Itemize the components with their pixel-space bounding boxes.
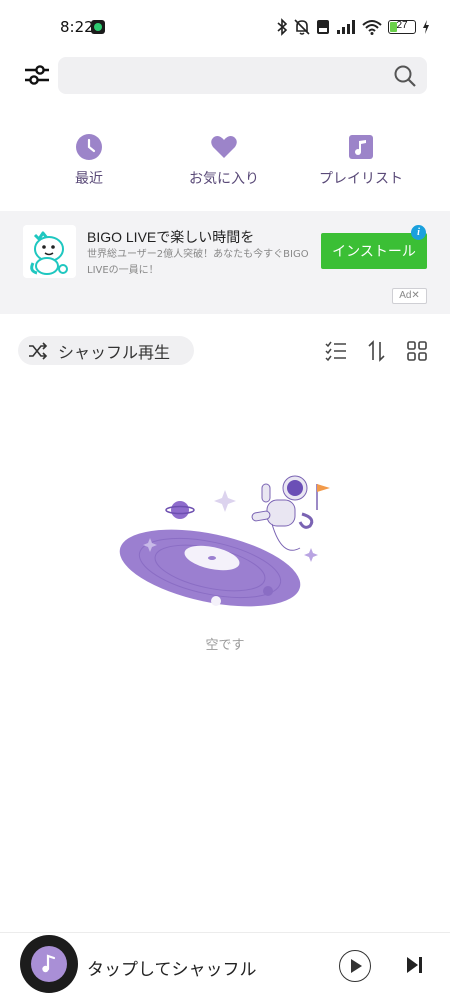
battery-icon: 27 bbox=[388, 20, 416, 34]
signal-icon bbox=[337, 20, 355, 34]
checklist-icon bbox=[325, 341, 346, 362]
status-bar: 8:22 27 bbox=[0, 0, 450, 54]
mute-bell-icon bbox=[294, 19, 310, 35]
clock-icon bbox=[76, 134, 102, 160]
music-note-icon bbox=[349, 135, 373, 159]
sort-icon bbox=[368, 340, 385, 362]
shuffle-icon bbox=[29, 342, 48, 360]
search-input[interactable] bbox=[70, 57, 380, 94]
status-time: 8:22 bbox=[60, 18, 94, 36]
quick-item-label: プレイリスト bbox=[319, 171, 403, 187]
battery-level: 27 bbox=[396, 20, 408, 31]
skip-next-icon bbox=[407, 957, 422, 973]
wifi-icon bbox=[362, 20, 382, 35]
heart-icon bbox=[211, 136, 237, 158]
sort-button[interactable] bbox=[366, 340, 388, 362]
planet-graphic bbox=[165, 501, 195, 519]
multi-select-button[interactable] bbox=[325, 340, 347, 362]
app-notification-icon bbox=[91, 20, 105, 34]
empty-state-text: 空です bbox=[205, 638, 245, 653]
quick-item-playlist[interactable]: プレイリスト bbox=[296, 130, 426, 190]
volte-icon bbox=[317, 20, 329, 34]
music-note-icon bbox=[42, 954, 56, 973]
ad-close-badge[interactable]: Ad✕ bbox=[392, 288, 427, 304]
shuffle-play-button[interactable]: シャッフル再生 bbox=[18, 336, 194, 365]
shuffle-label: シャッフル再生 bbox=[58, 343, 171, 362]
ad-banner[interactable]: BIGO LIVEで楽しい時間を 世界総ユーザー2億人突破！あなたも今すぐBIG… bbox=[0, 211, 450, 314]
quick-access-row: 最近 お気に入り プレイリスト bbox=[0, 130, 450, 190]
ad-app-icon[interactable] bbox=[23, 225, 76, 278]
next-track-button[interactable] bbox=[405, 955, 425, 975]
ad-description: 世界総ユーザー2億人突破！あなたも今すぐBIGO LIVEの一員に！ bbox=[87, 249, 309, 276]
quick-item-label: 最近 bbox=[75, 171, 103, 187]
charging-icon bbox=[423, 20, 429, 34]
ad-install-button[interactable]: インストール bbox=[321, 233, 427, 269]
filter-button[interactable] bbox=[24, 63, 50, 87]
quick-item-label: お気に入り bbox=[189, 171, 259, 187]
player-album-art[interactable] bbox=[20, 935, 78, 993]
astronaut-graphic bbox=[251, 475, 330, 551]
player-divider bbox=[0, 932, 450, 933]
vinyl-record-graphic bbox=[119, 529, 301, 607]
search-icon[interactable] bbox=[393, 64, 417, 88]
empty-state-illustration bbox=[119, 475, 330, 607]
ad-title[interactable]: BIGO LIVEで楽しい時間を bbox=[87, 227, 254, 247]
bluetooth-icon bbox=[277, 18, 288, 36]
status-icons: 27 bbox=[276, 17, 430, 37]
search-bar[interactable] bbox=[58, 57, 427, 94]
quick-item-recent[interactable]: 最近 bbox=[24, 130, 154, 190]
play-button[interactable] bbox=[339, 950, 371, 982]
ad-info-icon[interactable]: i bbox=[411, 225, 426, 240]
grid-icon bbox=[407, 341, 427, 361]
quick-item-favorites[interactable]: お気に入り bbox=[159, 130, 289, 190]
sliders-icon bbox=[25, 65, 49, 85]
bigo-mascot-icon bbox=[23, 225, 76, 278]
player-title[interactable]: タップしてシャッフル bbox=[87, 955, 257, 980]
play-icon bbox=[351, 959, 362, 973]
grid-view-button[interactable] bbox=[406, 340, 428, 362]
